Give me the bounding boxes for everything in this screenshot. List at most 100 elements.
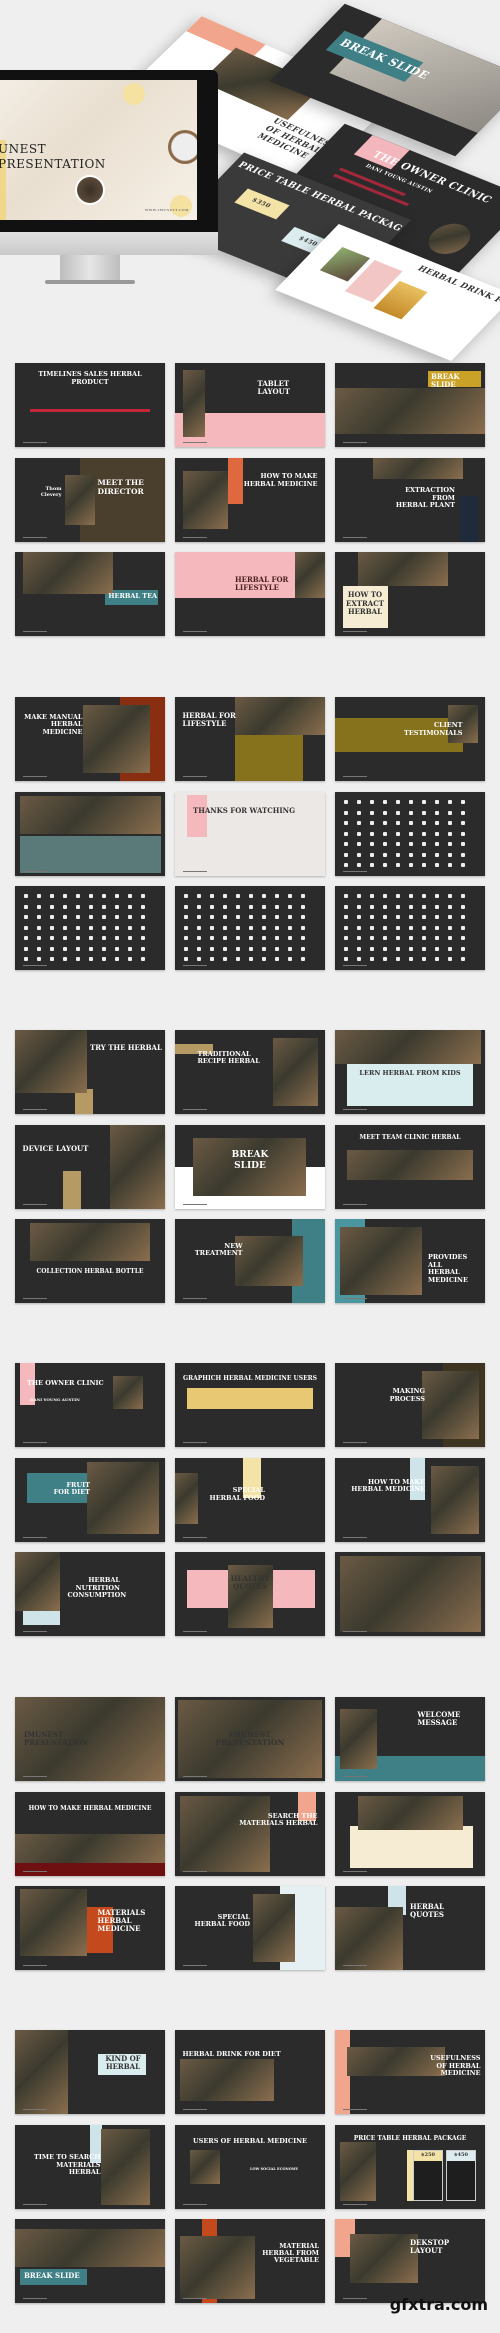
slide-url-line (343, 1871, 367, 1872)
icon-glyph (461, 936, 465, 940)
price: $450 (447, 2151, 475, 2161)
slide-thumbnail[interactable] (335, 886, 485, 970)
slide-thumbnail[interactable]: SPECIAL HERBAL FOOD (175, 1886, 325, 1970)
slide-thumbnail[interactable]: WELCOME MESSAGE (335, 1697, 485, 1781)
icon-glyph (63, 894, 67, 898)
slide-title: BREAK SLIDE (24, 2270, 80, 2280)
slide-thumbnail[interactable]: SEARCH THE MATERIALS HERBAL (175, 1792, 325, 1876)
icon-glyph (435, 904, 439, 909)
icon-glyph (422, 800, 426, 804)
slide-thumbnail[interactable]: BREAK SLIDE (335, 363, 485, 447)
photo-placeholder (357, 552, 448, 586)
slide-thumbnail[interactable]: DEKSTOP LAYOUT (335, 2219, 485, 2303)
slide-title: HOW TO MAKE HERBAL MEDICINE (28, 1805, 152, 1813)
icon-glyph (448, 842, 452, 846)
slide-thumbnail[interactable]: HERBAL FOR LIFESTYLE (175, 697, 325, 781)
lemon-photo (123, 83, 145, 105)
slide-thumbnail[interactable]: TIMELINES SALES HERBAL PRODUCT (15, 363, 165, 447)
icon-glyph (128, 894, 132, 898)
slide-thumbnail[interactable]: KIND OF HERBAL (15, 2030, 165, 2114)
icon-glyph (236, 915, 240, 919)
slide-thumbnail[interactable]: THANKS FOR WATCHING (175, 792, 325, 876)
icon-glyph (102, 894, 106, 898)
icon-glyph (301, 946, 305, 951)
slide-title: GRAPHICH HERBAL MEDICINE USERS (183, 1374, 317, 1382)
slide-thumbnail[interactable]: THE OWNER CLINIC DANI YOUNG AUSTIN (15, 1363, 165, 1447)
slide-thumbnail[interactable]: IMUNEST PRESENTATION (175, 1697, 325, 1781)
slide-thumbnail[interactable]: HOW TO MAKE HERBAL MEDICINE (15, 1792, 165, 1876)
slide-thumbnail[interactable]: HERBAL DRINK FOR DIET (175, 2030, 325, 2114)
icon-glyph (422, 936, 426, 940)
slide-title: HERBAL DRINK FOR DIET (415, 263, 500, 320)
slide-thumbnail[interactable] (15, 792, 165, 876)
slide-thumbnail[interactable]: HOW TO EXTRACT HERBAL (335, 552, 485, 636)
slide-url-line (343, 1298, 367, 1299)
slide-title: HERBAL TEA (108, 592, 158, 601)
slide-thumbnail[interactable]: SPECIAL HERBAL FOOD (175, 1458, 325, 1542)
icon-glyph (24, 904, 28, 909)
slide-thumbnail[interactable]: TRADITIONAL RECIPE HERBAL (175, 1030, 325, 1114)
slide-thumbnail[interactable]: HOW TO MAKE HERBAL MEDICINE (175, 458, 325, 542)
slide-thumbnail[interactable]: HEALTHY QUOTES (175, 1552, 325, 1636)
slide-thumbnail[interactable]: HERBAL TEA (15, 552, 165, 636)
icon-glyph (89, 915, 93, 919)
slide-thumbnail[interactable]: HOW TO MAKE HERBAL MEDICINE (335, 1458, 485, 1542)
lemon-photo (170, 195, 192, 217)
slide-thumbnail[interactable]: MAKE MANUAL HERBAL MEDICINE (15, 697, 165, 781)
slide-url-line (23, 871, 47, 872)
slide-thumbnail[interactable] (335, 1792, 485, 1876)
slide-thumbnail[interactable] (335, 1552, 485, 1636)
price-card: $450 (446, 2150, 476, 2201)
slide-thumbnail[interactable]: MAKING PROCESS (335, 1363, 485, 1447)
slide-thumbnail[interactable]: PROVIDES ALL HERBAL MEDICINE (335, 1219, 485, 1303)
slide-thumbnail[interactable]: HERBAL FOR LIFESTYLE (175, 552, 325, 636)
slide-thumbnail[interactable]: TABLET LAYOUT (175, 363, 325, 447)
photo-placeholder (347, 1150, 473, 1180)
icon-glyph (461, 852, 465, 857)
slide-thumbnail[interactable]: MATERIAL HERBAL FROM VEGETABLE (175, 2219, 325, 2303)
slide-url-line (23, 1537, 47, 1538)
icon-glyph (357, 957, 361, 961)
slide-thumbnail[interactable]: COLLECTION HERBAL BOTTLE (15, 1219, 165, 1303)
slide-thumbnail[interactable]: EXTRACTION FROM HERBAL PLANT (335, 458, 485, 542)
slide-thumbnail[interactable] (335, 792, 485, 876)
icon-glyph (344, 831, 348, 836)
slide-thumbnail[interactable]: MEET TEAM CLINIC HERBAL (335, 1125, 485, 1209)
icon-glyph (128, 915, 132, 919)
slide-thumbnail[interactable]: DEVICE LAYOUT (15, 1125, 165, 1209)
slide-thumbnail[interactable]: TRY THE HERBAL (15, 1030, 165, 1114)
slide-thumbnail[interactable]: TIME TO SEARCH MATERIALS HERBAL (15, 2125, 165, 2209)
slide-url-line (343, 776, 367, 777)
slide-thumbnail[interactable]: CLIENT TESTIMONIALS (335, 697, 485, 781)
icon-glyph (370, 863, 374, 867)
slide-title: KIND OF HERBAL (105, 2054, 141, 2072)
photo-placeholder (30, 1223, 150, 1261)
icon-glyph (115, 925, 119, 930)
slide-thumbnail[interactable] (175, 886, 325, 970)
slide-thumbnail[interactable]: BREAK SLIDE (175, 1125, 325, 1209)
icon-glyph (409, 821, 413, 825)
icon-glyph (422, 946, 426, 951)
slide-thumbnail[interactable] (15, 886, 165, 970)
slide-thumbnail[interactable]: FRUIT FOR DIET (15, 1458, 165, 1542)
slide-thumbnail[interactable]: HERBAL QUOTES (335, 1886, 485, 1970)
icon-glyph (344, 810, 348, 815)
icon-glyph (24, 957, 28, 961)
slide-title: PRICE TABLE HERBAL PACKAGE (353, 2134, 467, 2142)
slide-thumbnail[interactable]: IMUNEST PRESENTATION (15, 1697, 165, 1781)
slide-thumbnail[interactable]: PRICE TABLE HERBAL PACKAGE $250 $450 (335, 2125, 485, 2209)
icon-glyph (275, 957, 279, 961)
icon-glyph (370, 821, 374, 825)
slide-thumbnail[interactable]: MATERIALS HERBAL MEDICINE (15, 1886, 165, 1970)
slide-thumbnail[interactable]: MEET THE DIRECTOR Thom Clevery (15, 458, 165, 542)
slide-thumbnail[interactable]: NEW TREATMENT (175, 1219, 325, 1303)
slide-url-line (183, 631, 207, 632)
slide-thumbnail[interactable]: USERS OF HERBAL MEDICINE LOW SOCIAL ECONO… (175, 2125, 325, 2209)
slide-url-line (23, 1965, 47, 1966)
slide-thumbnail[interactable]: GRAPHICH HERBAL MEDICINE USERS (175, 1363, 325, 1447)
slide-thumbnail[interactable]: HERBAL NUTRITION CONSUMPTION (15, 1552, 165, 1636)
icon-glyph (461, 915, 465, 919)
slide-thumbnail[interactable]: USEFULNESS OF HERBAL MEDICINE (335, 2030, 485, 2114)
slide-thumbnail[interactable]: LERN HERBAL FROM KIDS (335, 1030, 485, 1114)
slide-thumbnail[interactable]: BREAK SLIDE (15, 2219, 165, 2303)
